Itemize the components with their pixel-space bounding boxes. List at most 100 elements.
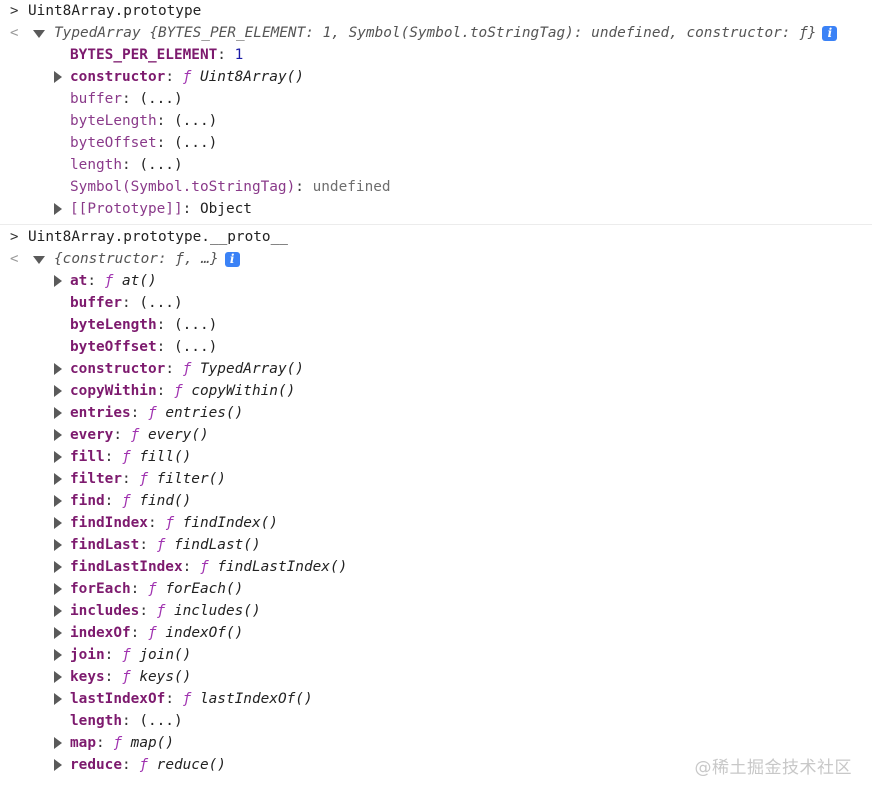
property-key: filter xyxy=(70,471,122,487)
function-icon: ƒ xyxy=(182,361,192,377)
property-row[interactable]: findLastIndex: ƒ findLastIndex() xyxy=(0,556,872,578)
property: indexOf: ƒ indexOf() xyxy=(70,622,243,644)
getter-value[interactable]: (...) xyxy=(174,339,217,355)
property-row[interactable]: at: ƒ at() xyxy=(0,270,872,292)
collapsed-triangle-icon[interactable] xyxy=(54,517,62,529)
colon-separator: : xyxy=(96,735,114,751)
function-name: findIndex() xyxy=(182,515,278,531)
getter-value[interactable]: (...) xyxy=(139,157,182,173)
object-preview: {BYTES_PER_ELEMENT: 1, Symbol(Symbol.toS… xyxy=(149,25,817,41)
property-value: undefined xyxy=(312,179,391,195)
console-input-text[interactable]: Uint8Array.prototype xyxy=(28,0,201,22)
collapsed-triangle-icon[interactable] xyxy=(54,495,62,507)
property: reduce: ƒ reduce() xyxy=(70,754,226,776)
property-row[interactable]: copyWithin: ƒ copyWithin() xyxy=(0,380,872,402)
collapsed-triangle-icon[interactable] xyxy=(54,429,62,441)
property-row[interactable]: constructor: ƒ Uint8Array() xyxy=(0,66,872,88)
info-icon[interactable]: i xyxy=(822,25,838,41)
property-key: BYTES_PER_ELEMENT xyxy=(70,47,218,63)
property-row[interactable]: filter: ƒ filter() xyxy=(0,468,872,490)
object-class-name: TypedArray xyxy=(54,25,141,41)
property-row[interactable]: [[Prototype]]: Object xyxy=(0,198,872,220)
collapsed-triangle-icon[interactable] xyxy=(54,561,62,573)
info-icon[interactable]: i xyxy=(224,251,240,267)
function-icon: ƒ xyxy=(182,691,192,707)
property-row[interactable]: includes: ƒ includes() xyxy=(0,600,872,622)
property-row[interactable]: forEach: ƒ forEach() xyxy=(0,578,872,600)
property-key: keys xyxy=(70,669,105,685)
object-summary[interactable]: {constructor: ƒ, …} i xyxy=(54,248,240,270)
property-row[interactable]: entries: ƒ entries() xyxy=(0,402,872,424)
getter-value[interactable]: (...) xyxy=(139,295,182,311)
property-key: findIndex xyxy=(70,515,148,531)
property-key: indexOf xyxy=(70,625,131,641)
function-icon: ƒ xyxy=(173,383,183,399)
property: buffer: (...) xyxy=(70,88,183,110)
function-name: reduce() xyxy=(156,757,226,773)
property-row[interactable]: every: ƒ every() xyxy=(0,424,872,446)
property: BYTES_PER_ELEMENT: 1 xyxy=(70,44,243,66)
getter-value[interactable]: (...) xyxy=(174,317,217,333)
console-input-line: > Uint8Array.prototype.__proto__ xyxy=(0,226,872,248)
console-result-summary[interactable]: < TypedArray {BYTES_PER_ELEMENT: 1, Symb… xyxy=(0,22,872,44)
function-name: Uint8Array() xyxy=(199,69,304,85)
getter-value[interactable]: (...) xyxy=(174,135,217,151)
collapsed-triangle-icon[interactable] xyxy=(54,451,62,463)
property-key: length xyxy=(70,157,122,173)
property: findIndex: ƒ findIndex() xyxy=(70,512,278,534)
function-icon: ƒ xyxy=(113,735,122,751)
property-row[interactable]: lastIndexOf: ƒ lastIndexOf() xyxy=(0,688,872,710)
property-row[interactable]: find: ƒ find() xyxy=(0,490,872,512)
collapsed-triangle-icon[interactable] xyxy=(54,71,62,83)
collapsed-triangle-icon[interactable] xyxy=(54,737,62,749)
property-row[interactable]: indexOf: ƒ indexOf() xyxy=(0,622,872,644)
collapsed-triangle-icon[interactable] xyxy=(54,583,62,595)
property: byteLength: (...) xyxy=(70,314,217,336)
property: Symbol(Symbol.toStringTag): undefined xyxy=(70,176,391,198)
property: forEach: ƒ forEach() xyxy=(70,578,243,600)
input-prompt-icon: > xyxy=(10,3,19,19)
console-result-summary[interactable]: < {constructor: ƒ, …} i xyxy=(0,248,872,270)
collapsed-triangle-icon[interactable] xyxy=(54,759,62,771)
property-row[interactable]: findIndex: ƒ findIndex() xyxy=(0,512,872,534)
expanded-triangle-icon[interactable] xyxy=(33,256,45,264)
property-row[interactable]: fill: ƒ fill() xyxy=(0,446,872,468)
getter-value[interactable]: (...) xyxy=(174,113,217,129)
property-row[interactable]: keys: ƒ keys() xyxy=(0,666,872,688)
getter-value[interactable]: (...) xyxy=(139,713,182,729)
getter-value[interactable]: (...) xyxy=(139,91,182,107)
result-prompt-icon: < xyxy=(10,25,19,41)
collapsed-triangle-icon[interactable] xyxy=(54,275,62,287)
collapsed-triangle-icon[interactable] xyxy=(54,627,62,639)
colon-separator: : xyxy=(104,669,122,685)
function-icon: ƒ xyxy=(139,757,148,773)
function-name: indexOf() xyxy=(165,625,244,641)
colon-separator: : xyxy=(104,493,122,509)
property: every: ƒ every() xyxy=(70,424,209,446)
collapsed-triangle-icon[interactable] xyxy=(54,203,62,215)
collapsed-triangle-icon[interactable] xyxy=(54,693,62,705)
property-value: 1 xyxy=(234,47,244,63)
colon-separator: : xyxy=(121,157,140,173)
collapsed-triangle-icon[interactable] xyxy=(54,407,62,419)
collapsed-triangle-icon[interactable] xyxy=(54,539,62,551)
collapsed-triangle-icon[interactable] xyxy=(54,649,62,661)
collapsed-triangle-icon[interactable] xyxy=(54,473,62,485)
object-summary[interactable]: TypedArray {BYTES_PER_ELEMENT: 1, Symbol… xyxy=(54,22,838,44)
function-name: every() xyxy=(148,427,209,443)
colon-separator: : xyxy=(139,603,157,619)
property-row[interactable]: map: ƒ map() xyxy=(0,732,872,754)
property-row[interactable]: findLast: ƒ findLast() xyxy=(0,534,872,556)
collapsed-triangle-icon[interactable] xyxy=(54,363,62,375)
property-row[interactable]: join: ƒ join() xyxy=(0,644,872,666)
function-icon: ƒ xyxy=(147,405,157,421)
collapsed-triangle-icon[interactable] xyxy=(54,671,62,683)
property-row[interactable]: constructor: ƒ TypedArray() xyxy=(0,358,872,380)
property-key: buffer xyxy=(70,295,122,311)
console-input-text[interactable]: Uint8Array.prototype.__proto__ xyxy=(28,226,288,248)
collapsed-triangle-icon[interactable] xyxy=(54,385,62,397)
result-prompt-icon: < xyxy=(10,251,19,267)
collapsed-triangle-icon[interactable] xyxy=(54,605,62,617)
property-row: byteLength: (...) xyxy=(0,314,872,336)
expanded-triangle-icon[interactable] xyxy=(33,30,45,38)
